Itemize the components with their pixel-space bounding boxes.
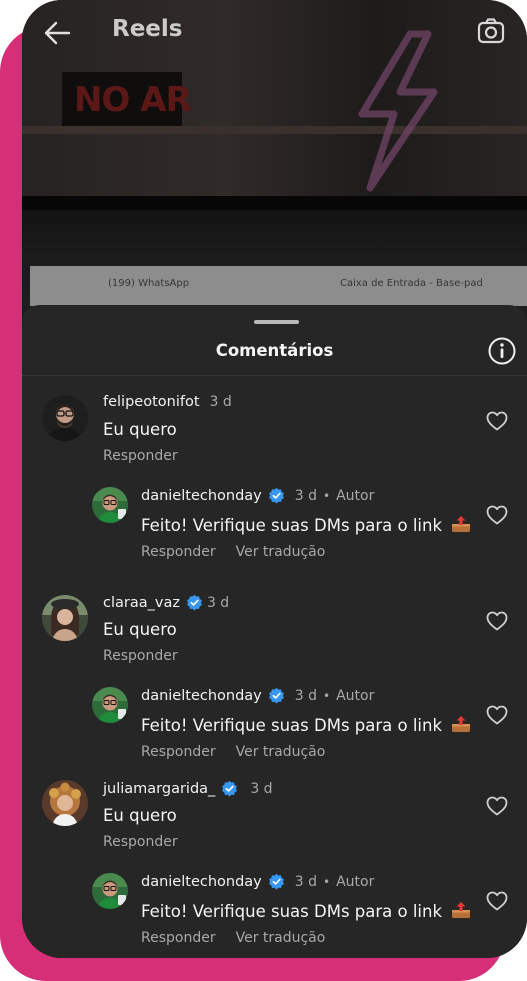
reply-button[interactable]: Responder — [141, 930, 216, 946]
comment-header: juliamargarida_ 3 d — [103, 780, 273, 797]
reply-button[interactable]: Responder — [141, 544, 216, 560]
comment-header: danieltechonday 3 d • Autor — [141, 687, 374, 704]
avatar[interactable] — [42, 595, 88, 641]
comment-header: danieltechonday 3 d • Autor — [141, 873, 374, 890]
comment-time: 3 d — [206, 594, 230, 611]
comment-username[interactable]: danieltechonday — [141, 688, 262, 704]
reply-button[interactable]: Responder — [103, 648, 178, 664]
sheet-title: Comentários — [215, 341, 334, 360]
heart-icon[interactable] — [486, 411, 508, 431]
separator-dot: • — [323, 688, 331, 703]
reply-button[interactable]: Responder — [141, 744, 216, 760]
comment-time: 3 d — [294, 687, 318, 704]
avatar[interactable] — [92, 487, 128, 523]
see-translation-button[interactable]: Ver tradução — [236, 544, 326, 560]
heart-icon[interactable] — [486, 505, 508, 525]
info-icon[interactable] — [487, 336, 517, 366]
heart-icon[interactable] — [486, 796, 508, 816]
comment-actions: Responder — [103, 448, 178, 464]
see-translation-button[interactable]: Ver tradução — [236, 744, 326, 760]
avatar[interactable] — [42, 395, 88, 441]
comment-text-content: Feito! Verifique suas DMs para o link — [141, 516, 443, 535]
comments-sheet: Comentários felipeotonifot 3 d Eu quero … — [22, 305, 527, 958]
sheet-divider — [22, 375, 527, 376]
comment-text: Eu quero — [103, 806, 177, 825]
outbox-tray-icon — [452, 716, 471, 732]
comment-actions: Responder Ver tradução — [141, 930, 325, 946]
verified-badge-icon — [268, 873, 284, 890]
avatar[interactable] — [92, 873, 128, 909]
comment-text-content: Feito! Verifique suas DMs para o link — [141, 716, 443, 735]
reply-button[interactable]: Responder — [103, 834, 178, 850]
comment-username[interactable]: felipeotonifot — [103, 394, 200, 410]
comment-time: 3 d — [294, 873, 318, 890]
comment-username[interactable]: claraa_vaz — [103, 595, 180, 611]
comment-text: Feito! Verifique suas DMs para o link — [141, 715, 471, 735]
verified-badge-icon — [186, 594, 202, 611]
separator-dot: • — [323, 488, 331, 503]
comment-time: 3 d — [294, 487, 318, 504]
author-label: Autor — [336, 687, 375, 704]
comment-actions: Responder — [103, 834, 178, 850]
comment-username[interactable]: danieltechonday — [141, 488, 262, 504]
verified-badge-icon — [222, 780, 238, 797]
comment-header: felipeotonifot 3 d — [103, 394, 232, 410]
heart-icon[interactable] — [486, 705, 508, 725]
comment-actions: Responder Ver tradução — [141, 544, 325, 560]
comment-text-content: Feito! Verifique suas DMs para o link — [141, 902, 443, 921]
verified-badge-icon — [268, 487, 284, 504]
comment-actions: Responder — [103, 648, 178, 664]
author-label: Autor — [336, 873, 375, 890]
heart-icon[interactable] — [486, 611, 508, 631]
outbox-tray-icon — [452, 902, 471, 918]
heart-icon[interactable] — [486, 891, 508, 911]
reply-button[interactable]: Responder — [103, 448, 178, 464]
back-arrow-icon[interactable] — [42, 18, 72, 48]
outbox-tray-icon — [452, 516, 471, 532]
comment-text: Eu quero — [103, 620, 177, 639]
comment-header: claraa_vaz 3 d — [103, 594, 229, 611]
avatar[interactable] — [42, 780, 88, 826]
comment-text: Feito! Verifique suas DMs para o link — [141, 901, 471, 921]
author-label: Autor — [336, 487, 375, 504]
avatar[interactable] — [92, 687, 128, 723]
comment-username[interactable]: juliamargarida_ — [103, 781, 215, 797]
top-bar: Reels — [22, 0, 527, 62]
comment-time: 3 d — [209, 394, 232, 410]
comment-actions: Responder Ver tradução — [141, 744, 325, 760]
see-translation-button[interactable]: Ver tradução — [236, 930, 326, 946]
comment-time: 3 d — [250, 780, 273, 797]
phone-screen: NO AR (199) WhatsApp Caixa de Entrada - … — [22, 0, 527, 958]
comment-username[interactable]: danieltechonday — [141, 874, 262, 890]
comment-header: danieltechonday 3 d • Autor — [141, 487, 374, 504]
page-title: Reels — [112, 16, 183, 42]
separator-dot: • — [323, 874, 331, 889]
comment-text: Eu quero — [103, 420, 177, 439]
verified-badge-icon — [268, 687, 284, 704]
comment-text: Feito! Verifique suas DMs para o link — [141, 515, 471, 535]
drag-handle[interactable] — [254, 320, 299, 324]
camera-icon[interactable] — [476, 16, 506, 46]
